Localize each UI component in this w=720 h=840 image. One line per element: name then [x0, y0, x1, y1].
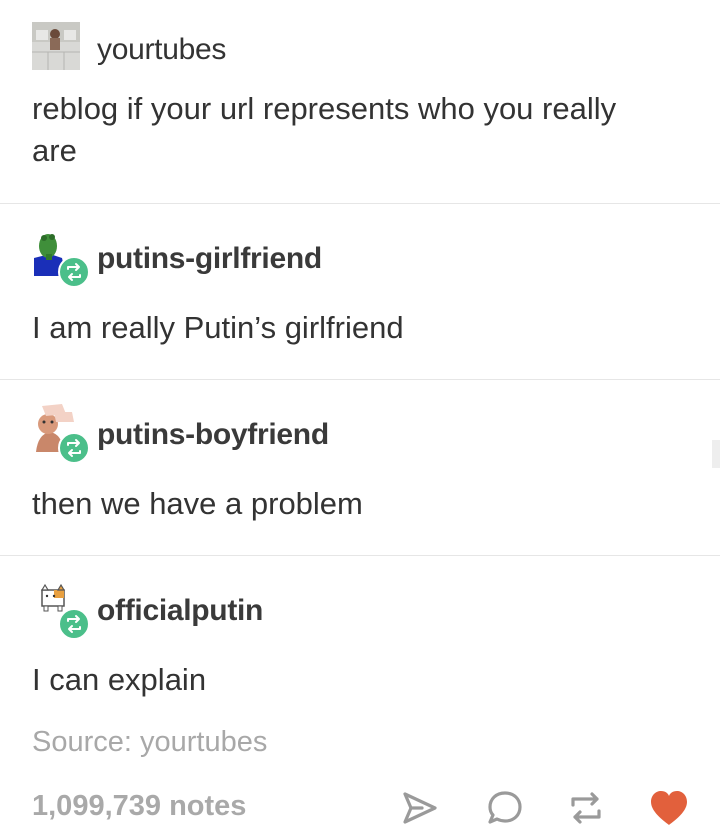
- post-text: I can explain: [32, 662, 207, 697]
- reblog-badge-icon: [58, 432, 90, 464]
- username[interactable]: putins-girlfriend: [97, 242, 322, 276]
- source-label: Source:: [32, 726, 140, 758]
- reblog-icon[interactable]: [566, 788, 606, 828]
- reblog-badge-icon: [58, 608, 90, 640]
- username[interactable]: officialputin: [97, 594, 263, 628]
- post-text: then we have a problem: [32, 486, 363, 521]
- post-text: I am really Putin’s girlfriend: [32, 310, 404, 345]
- reply-icon[interactable]: [485, 788, 525, 828]
- post-original: yourtubes reblog if your url represents …: [0, 0, 720, 204]
- like-icon[interactable]: [648, 788, 688, 828]
- notes-count[interactable]: 1,099,739 notes: [32, 790, 246, 823]
- post-footer: 1,099,739 notes: [0, 770, 720, 840]
- source-line: Source: yourtubes: [32, 726, 267, 759]
- reblog-entry: putins-boyfriend then we have a problem: [0, 380, 720, 556]
- photo-avatar-icon[interactable]: [32, 22, 80, 70]
- reblog-badge-icon: [58, 256, 90, 288]
- reblog-entry: putins-girlfriend I am really Putin’s gi…: [0, 204, 720, 380]
- username[interactable]: putins-boyfriend: [97, 418, 329, 452]
- scroll-indicator: [712, 440, 720, 468]
- share-icon[interactable]: [400, 788, 440, 828]
- post-text: reblog if your url represents who you re…: [32, 91, 617, 168]
- source-link[interactable]: yourtubes: [140, 726, 267, 758]
- username[interactable]: yourtubes: [97, 33, 226, 67]
